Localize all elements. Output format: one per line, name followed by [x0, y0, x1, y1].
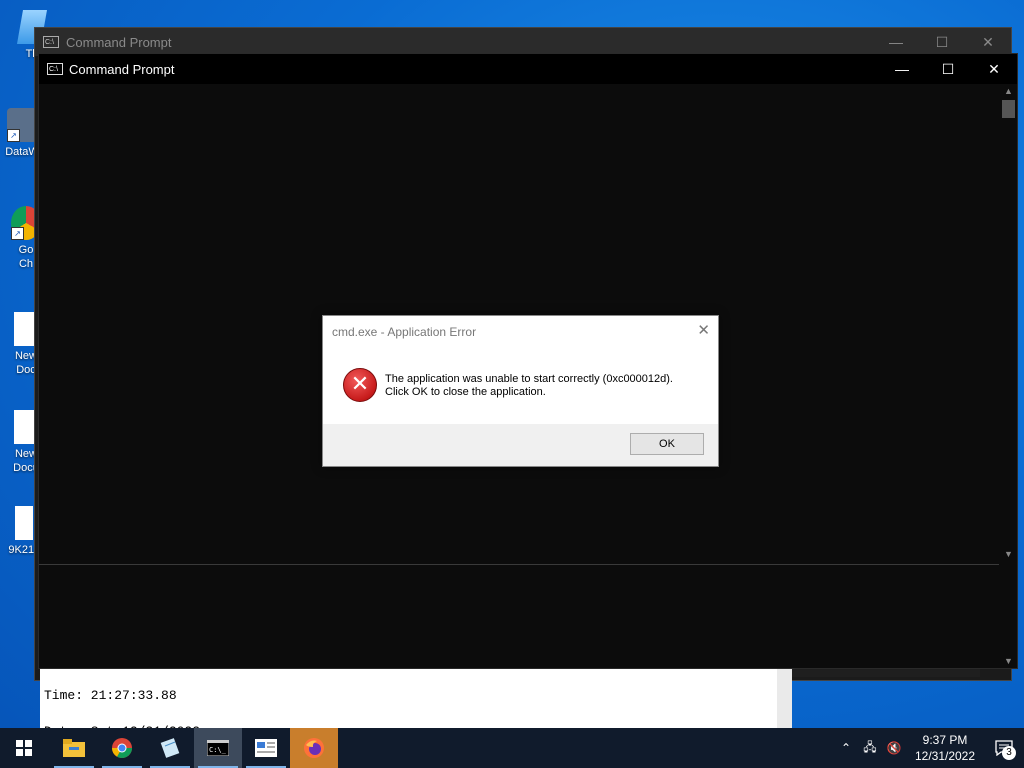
- taskbar-command-prompt[interactable]: C:\_: [194, 728, 242, 768]
- scroll-down-icon[interactable]: ▼: [1004, 656, 1013, 666]
- time-line: Time: 21:27:33.88: [44, 688, 177, 703]
- dialog-title: cmd.exe - Application Error: [332, 325, 477, 339]
- datawrapper-icon: ↗: [7, 108, 37, 142]
- taskbar-chrome[interactable]: [98, 728, 146, 768]
- console-divider: [39, 564, 999, 565]
- start-button[interactable]: [0, 728, 48, 768]
- clock-time: 9:37 PM: [922, 733, 968, 747]
- volume-muted-icon[interactable]: 🔇: [882, 741, 906, 755]
- cmd-icon: C:\_: [207, 740, 229, 756]
- maximize-icon[interactable]: ☐: [919, 34, 965, 51]
- taskbar-news[interactable]: [242, 728, 290, 768]
- message-line-1: The application was unable to start corr…: [385, 373, 673, 385]
- dialog-message: The application was unable to start corr…: [385, 373, 673, 399]
- system-tray: ⌃ 🖧 🔇 9:37 PM 12/31/2022 3: [834, 728, 1024, 768]
- ok-button[interactable]: OK: [630, 433, 704, 455]
- dialog-footer: OK: [323, 424, 718, 466]
- notification-center-button[interactable]: 3: [984, 728, 1024, 768]
- taskbar-notepad[interactable]: [146, 728, 194, 768]
- maximize-icon[interactable]: ☐: [925, 61, 971, 78]
- scroll-up-icon[interactable]: ▲: [1004, 86, 1013, 96]
- close-icon[interactable]: ✕: [965, 34, 1011, 51]
- titlebar[interactable]: C:\ Command Prompt — ☐ ✕: [39, 54, 1017, 84]
- notification-count-badge: 3: [1002, 746, 1016, 760]
- notepad-icon: [160, 738, 180, 758]
- file-icon: [15, 506, 33, 540]
- close-icon[interactable]: ✕: [697, 321, 710, 339]
- titlebar[interactable]: C:\ Command Prompt — ☐ ✕: [35, 28, 1011, 56]
- taskbar-firefox[interactable]: [290, 728, 338, 768]
- cmd-icon: C:\: [43, 36, 59, 48]
- chrome-icon: [112, 738, 132, 758]
- clock-date: 12/31/2022: [914, 749, 976, 763]
- news-icon: [255, 739, 277, 757]
- clock[interactable]: 9:37 PM 12/31/2022: [906, 732, 984, 764]
- firefox-icon: [304, 738, 324, 758]
- start-icon: [16, 740, 32, 756]
- window-title: Command Prompt: [69, 61, 175, 77]
- file-explorer-icon: [63, 739, 85, 757]
- text-output-pane: Time: 21:27:33.88 Date: Sat 12/31/2022: [40, 668, 792, 739]
- scroll-down-icon[interactable]: ▼: [1004, 549, 1013, 559]
- svg-text:C:\_: C:\_: [209, 746, 227, 754]
- scrollbar[interactable]: ▲ ▼ ▼: [1000, 84, 1017, 668]
- cmd-icon: C:\: [47, 63, 63, 75]
- chevron-up-icon[interactable]: ⌃: [834, 741, 858, 755]
- taskbar: C:\_ ⌃ 🖧 🔇 9:37 PM 12/31/2022 3: [0, 728, 1024, 768]
- window-title: Command Prompt: [66, 34, 172, 50]
- pane-scroll: [777, 668, 792, 728]
- application-error-dialog[interactable]: cmd.exe - Application Error ✕ ✕ The appl…: [322, 315, 719, 467]
- taskbar-file-explorer[interactable]: [50, 728, 98, 768]
- message-line-2: Click OK to close the application.: [385, 386, 546, 398]
- minimize-icon[interactable]: —: [873, 34, 919, 51]
- close-icon[interactable]: ✕: [971, 61, 1017, 78]
- scroll-thumb[interactable]: [1002, 100, 1015, 118]
- network-icon[interactable]: 🖧: [858, 738, 882, 759]
- minimize-icon[interactable]: —: [879, 61, 925, 78]
- error-x-icon: ✕: [343, 368, 377, 402]
